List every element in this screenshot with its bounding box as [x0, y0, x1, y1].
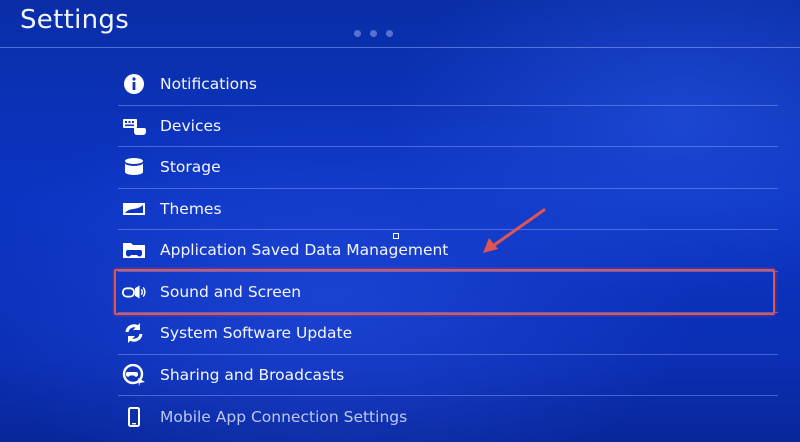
info-icon — [122, 73, 146, 95]
focus-cursor — [393, 233, 399, 239]
page-indicator-dots — [354, 30, 393, 37]
menu-item-label: Devices — [160, 116, 222, 135]
annotation-highlight-box — [114, 269, 775, 315]
menu-item-notifications[interactable]: Notifications — [118, 64, 778, 106]
saved-data-icon — [122, 239, 146, 261]
menu-item-sharing[interactable]: Sharing and Broadcasts — [118, 355, 778, 396]
annotation-arrow-icon — [483, 208, 546, 253]
header-divider — [0, 47, 800, 48]
menu-item-label: Notifications — [160, 75, 258, 94]
settings-menu: Notifications Devices Storage Themes App… — [118, 64, 778, 438]
menu-item-storage[interactable]: Storage — [118, 147, 778, 189]
mobile-icon — [122, 406, 146, 428]
menu-item-system-update[interactable]: System Software Update — [118, 313, 778, 355]
menu-item-label: Application Saved Data Management — [160, 241, 449, 260]
storage-icon — [122, 156, 146, 178]
sharing-icon — [122, 363, 146, 386]
menu-item-label: Sharing and Broadcasts — [160, 365, 345, 384]
menu-item-devices[interactable]: Devices — [118, 106, 778, 147]
menu-item-themes[interactable]: Themes — [118, 189, 778, 230]
devices-icon — [122, 115, 146, 137]
menu-item-label: Storage — [160, 158, 221, 177]
menu-item-mobile-app[interactable]: Mobile App Connection Settings — [118, 396, 778, 438]
themes-icon — [122, 198, 146, 220]
menu-item-saved-data[interactable]: Application Saved Data Management — [118, 230, 778, 272]
menu-item-label: Themes — [160, 199, 222, 218]
menu-item-label: Mobile App Connection Settings — [160, 407, 408, 426]
page-title: Settings — [20, 5, 130, 35]
menu-item-label: System Software Update — [160, 324, 353, 343]
update-icon — [122, 322, 146, 344]
